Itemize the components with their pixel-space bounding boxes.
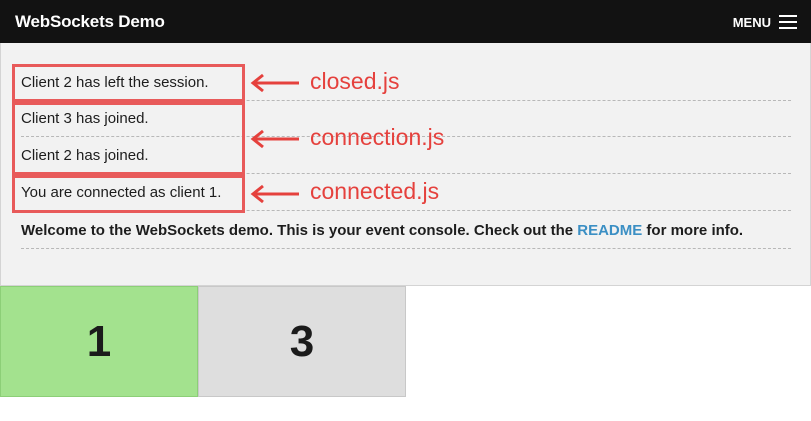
welcome-message: Welcome to the WebSockets demo. This is … — [21, 213, 791, 249]
highlight-box-connection — [12, 102, 245, 175]
highlight-box-closed — [12, 64, 245, 102]
menu-button[interactable]: MENU — [733, 12, 797, 32]
client-tile-1[interactable]: 1 — [0, 286, 198, 397]
welcome-text-end: for more info. — [642, 222, 744, 239]
app-title: WebSockets Demo — [15, 12, 165, 31]
menu-label: MENU — [732, 14, 771, 30]
arrow-icon — [250, 73, 299, 93]
arrow-icon — [250, 184, 299, 204]
annotation-connection-js: connection.js — [310, 124, 445, 150]
annotation-connected-js: connected.js — [310, 178, 440, 204]
highlight-box-connected — [12, 175, 245, 213]
hamburger-icon — [779, 15, 797, 29]
top-navbar: WebSockets Demo MENU — [0, 0, 811, 43]
readme-link[interactable]: README — [577, 222, 642, 239]
annotation-closed-js: closed.js — [310, 68, 400, 94]
welcome-text-start: Welcome to the WebSockets demo. This is … — [21, 222, 578, 239]
arrow-icon — [250, 129, 299, 149]
client-tile-3[interactable]: 3 — [198, 286, 406, 397]
